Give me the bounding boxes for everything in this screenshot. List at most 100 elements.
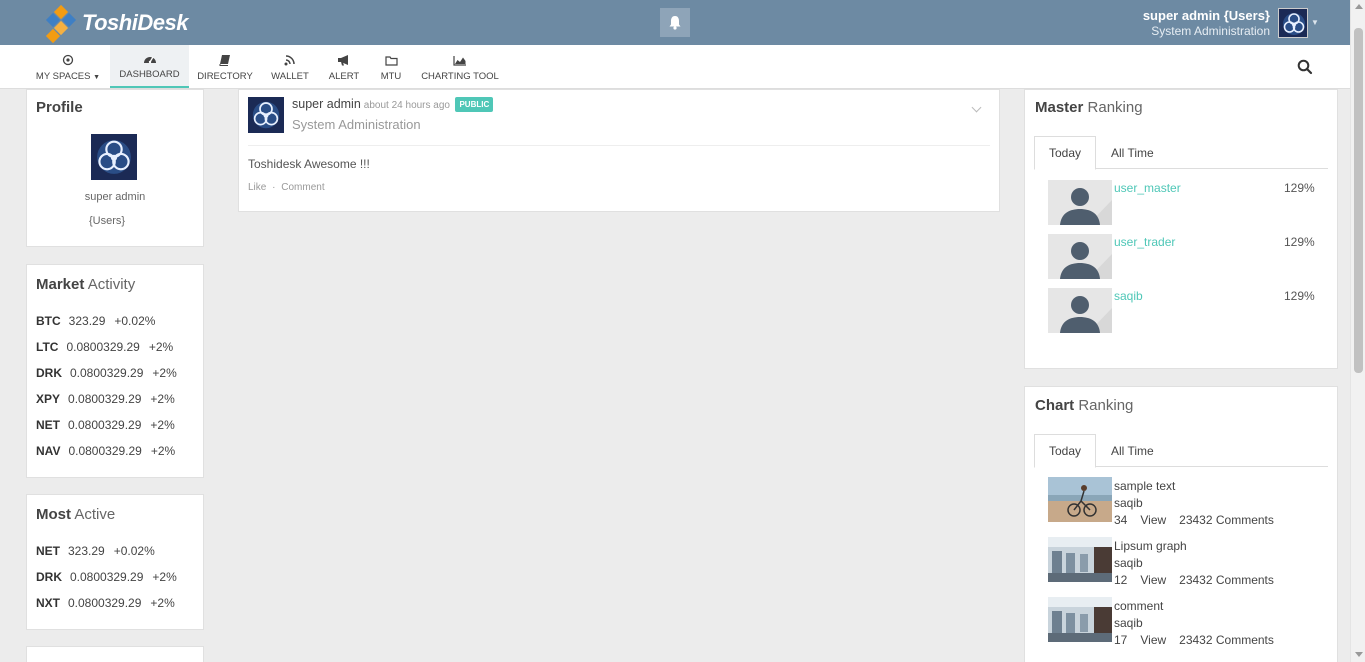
chart-thumbnail[interactable] xyxy=(1048,477,1112,522)
chart-thumbnail[interactable] xyxy=(1048,537,1112,582)
ranked-user-pct: 129% xyxy=(1284,181,1315,195)
scroll-up-arrow-icon[interactable] xyxy=(1355,4,1363,9)
chart-ranking-tabs: Today All Time xyxy=(1034,434,1328,468)
signal-icon xyxy=(284,55,295,66)
chart-author[interactable]: saqib xyxy=(1114,496,1143,510)
post-options-chevron-icon[interactable] xyxy=(971,102,982,113)
search-icon[interactable] xyxy=(1296,58,1314,76)
most-active-row[interactable]: DRK 0.0800329.29 +2% xyxy=(36,570,177,584)
public-badge: PUBLIC xyxy=(455,97,494,112)
post-divider xyxy=(248,145,990,146)
user-menu-caret-icon[interactable]: ▼ xyxy=(1311,18,1319,27)
profile-name: super admin xyxy=(84,191,146,203)
user-placeholder-avatar[interactable] xyxy=(1048,180,1112,225)
nav-mtu-label: MTU xyxy=(380,71,402,82)
ranked-user-link[interactable]: user_trader xyxy=(1114,235,1175,249)
chart-author[interactable]: saqib xyxy=(1114,616,1143,630)
profile-avatar[interactable] xyxy=(91,134,137,180)
user-avatar[interactable] xyxy=(1278,8,1308,38)
chart-view-link[interactable]: View xyxy=(1140,513,1166,527)
chart-comments[interactable]: 23432 Comments xyxy=(1179,633,1274,647)
market-row[interactable]: DRK 0.0800329.29 +2% xyxy=(36,366,177,380)
tab-all-time[interactable]: All Time xyxy=(1097,434,1168,468)
comment-link[interactable]: Comment xyxy=(281,182,324,193)
scrollbar-thumb[interactable] xyxy=(1354,28,1363,373)
biohazard-avatar-icon xyxy=(91,134,137,180)
nav-directory[interactable]: DIRECTORY xyxy=(196,45,254,88)
chart-author[interactable]: saqib xyxy=(1114,556,1143,570)
tab-today[interactable]: Today xyxy=(1034,136,1097,170)
ranked-user-link[interactable]: user_master xyxy=(1114,181,1181,195)
app-logo[interactable]: ToshiDesk xyxy=(44,4,188,44)
chart-ranking-card: Chart Ranking Today All Time sample text… xyxy=(1024,386,1338,662)
chart-count: 17 xyxy=(1114,633,1128,647)
nav-mtu[interactable]: MTU xyxy=(376,45,406,88)
chart-comments[interactable]: 23432 Comments xyxy=(1179,573,1274,587)
post-time: about 24 hours ago xyxy=(363,100,450,111)
like-link[interactable]: Like xyxy=(248,182,266,193)
post-actions: Like · Comment xyxy=(248,182,325,193)
chart-title-link[interactable]: Lipsum graph xyxy=(1114,539,1187,553)
nav-alert[interactable]: ALERT xyxy=(326,45,362,88)
chart-view-link[interactable]: View xyxy=(1140,633,1166,647)
most-active-title: Most Active xyxy=(36,506,116,523)
master-ranking-card: Master Ranking Today All Time user_maste… xyxy=(1024,89,1338,369)
chart-meta: 34 View 23432 Comments xyxy=(1114,513,1287,527)
market-row[interactable]: NET 0.0800329.29 +2% xyxy=(36,418,175,432)
market-row[interactable]: LTC 0.0800329.29 +2% xyxy=(36,340,173,354)
nav-wallet-label: WALLET xyxy=(271,71,309,82)
profile-card: Profile super admin {Users} xyxy=(26,89,204,247)
cyclist-photo-thumbnail xyxy=(1048,477,1112,522)
chart-thumbnail[interactable] xyxy=(1048,597,1112,642)
user-silhouette-icon xyxy=(1048,288,1112,333)
market-activity-card: Market Activity BTC 323.29 +0.02% LTC 0.080… xyxy=(26,264,204,478)
biohazard-avatar-icon xyxy=(248,97,284,133)
bell-icon xyxy=(669,16,681,30)
post-author-name[interactable]: super admin xyxy=(292,97,361,111)
chart-comments[interactable]: 23432 Comments xyxy=(1179,513,1274,527)
megaphone-icon xyxy=(338,55,348,66)
biohazard-avatar-icon xyxy=(1279,9,1307,37)
chart-count: 12 xyxy=(1114,573,1128,587)
user-placeholder-avatar[interactable] xyxy=(1048,234,1112,279)
user-placeholder-avatar[interactable] xyxy=(1048,288,1112,333)
nav-dashboard-label: DASHBOARD xyxy=(119,69,180,80)
market-row[interactable]: NAV 0.0800329.29 +2% xyxy=(36,444,175,458)
chart-title-link[interactable]: sample text xyxy=(1114,479,1175,493)
chart-view-link[interactable]: View xyxy=(1140,573,1166,587)
nav-charting-tool[interactable]: CHARTING TOOL xyxy=(420,45,500,88)
user-menu[interactable]: super admin {Users} System Administratio… xyxy=(1143,8,1270,38)
page-scrollbar[interactable] xyxy=(1350,0,1365,662)
tab-all-time[interactable]: All Time xyxy=(1097,136,1168,170)
nav-my-spaces-label: MY SPACES xyxy=(35,71,91,82)
scroll-down-arrow-icon[interactable] xyxy=(1355,652,1363,657)
chart-count: 34 xyxy=(1114,513,1128,527)
user-name: super admin {Users} xyxy=(1142,8,1270,23)
chart-meta: 17 View 23432 Comments xyxy=(1114,633,1287,647)
top-bar: ToshiDesk super admin {Users} System Adm… xyxy=(0,0,1365,45)
app-name: ToshiDesk xyxy=(82,10,188,35)
nav-dashboard[interactable]: DASHBOARD xyxy=(110,45,189,88)
most-active-row[interactable]: NXT 0.0800329.29 +2% xyxy=(36,596,175,610)
notifications-button[interactable] xyxy=(660,8,690,37)
market-row[interactable]: BTC 323.29 +0.02% xyxy=(36,314,155,328)
post-author-avatar[interactable] xyxy=(248,97,284,133)
nav-charting-tool-label: CHARTING TOOL xyxy=(421,71,499,82)
profile-title: Profile xyxy=(36,99,83,116)
market-row[interactable]: XPY 0.0800329.29 +2% xyxy=(36,392,175,406)
airplane-cabin-photo-thumbnail xyxy=(1048,537,1112,582)
chart-title-link[interactable]: comment xyxy=(1114,599,1163,613)
ranked-user-link[interactable]: saqib xyxy=(1114,289,1143,303)
circle-dot-icon xyxy=(62,54,74,66)
post-card: super admin about 24 hours ago PUBLIC Sys… xyxy=(238,89,1000,212)
master-ranking-tabs: Today All Time xyxy=(1034,136,1328,170)
tab-today[interactable]: Today xyxy=(1034,434,1097,468)
dashboard-gauge-icon xyxy=(143,56,156,63)
profile-group: {Users} xyxy=(88,215,126,227)
area-chart-icon xyxy=(453,55,466,66)
nav-alert-label: ALERT xyxy=(328,71,360,82)
ranked-user-pct: 129% xyxy=(1284,235,1315,249)
nav-wallet[interactable]: WALLET xyxy=(268,45,312,88)
nav-my-spaces[interactable]: MY SPACES ▼ xyxy=(34,45,102,88)
most-active-row[interactable]: NET 323.29 +0.02% xyxy=(36,544,155,558)
